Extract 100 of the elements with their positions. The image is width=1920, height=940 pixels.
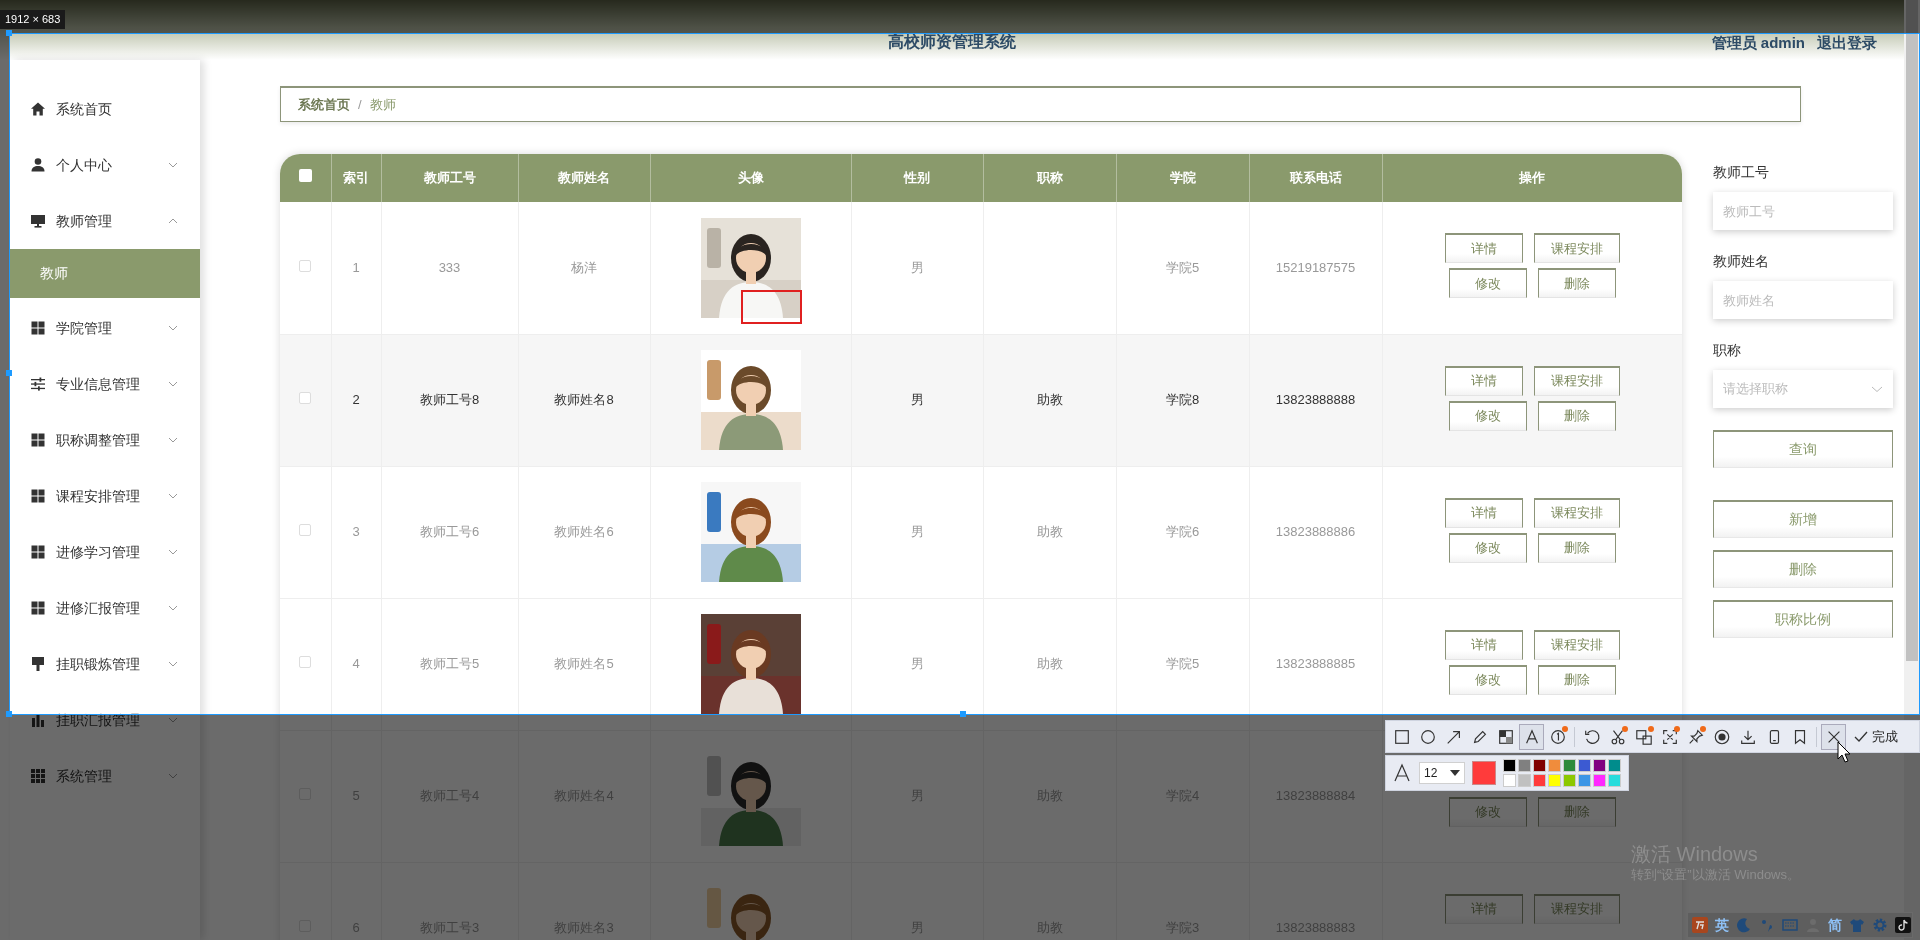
resize-handle[interactable] [960, 711, 966, 717]
add-button[interactable]: 新增 [1713, 500, 1893, 538]
scrollbar-thumb[interactable] [1906, 0, 1918, 661]
delete-button[interactable]: 删除 [1537, 796, 1616, 827]
sidebar-item[interactable]: 职称调整管理 [10, 412, 200, 468]
resize-handle[interactable] [6, 370, 12, 376]
row-checkbox[interactable] [299, 392, 312, 405]
delete-button[interactable]: 删除 [1537, 532, 1616, 563]
color-swatch[interactable] [1578, 774, 1591, 787]
table-cell: 学院5 [1116, 598, 1249, 730]
delete-button[interactable]: 删除 [1537, 268, 1616, 298]
gear-icon[interactable] [1872, 917, 1888, 933]
sidebar-item[interactable]: 专业信息管理 [10, 356, 200, 412]
column-header: 联系电话 [1249, 154, 1382, 202]
font-size-select[interactable]: 12 [1419, 762, 1465, 784]
query-button[interactable]: 查询 [1713, 430, 1893, 468]
resize-handle[interactable] [6, 711, 12, 717]
breadcrumb-separator: / [358, 95, 362, 114]
color-swatch[interactable] [1608, 774, 1621, 787]
color-swatch[interactable] [1533, 759, 1546, 772]
delete-button[interactable]: 删除 [1537, 400, 1616, 431]
column-header: 索引 [331, 154, 381, 202]
color-swatch[interactable] [1578, 759, 1591, 772]
selection-frame[interactable] [9, 33, 1920, 715]
row-checkbox[interactable] [299, 524, 312, 537]
search-field[interactable]: 教师工号 [1713, 192, 1893, 230]
details-button[interactable]: 详情 [1444, 233, 1523, 263]
field-label: 职称 [1713, 341, 1742, 360]
edit-button[interactable]: 修改 [1448, 400, 1527, 431]
column-header: 教师工号 [381, 154, 518, 202]
sidebar-subitem[interactable]: 教师 [10, 249, 200, 298]
table-cell: 助教 [983, 466, 1116, 598]
details-button[interactable]: 详情 [1444, 629, 1523, 660]
row-checkbox[interactable] [299, 656, 312, 669]
done-button[interactable]: 完成 [1851, 726, 1900, 747]
bar-chart-icon [30, 712, 46, 728]
column-header: 学院 [1116, 154, 1249, 202]
color-swatch[interactable] [1533, 774, 1546, 787]
moon-icon[interactable] [1736, 917, 1752, 933]
edit-button[interactable]: 修改 [1448, 796, 1527, 827]
user-label: 管理员 admin [1711, 32, 1805, 53]
row-checkbox[interactable] [299, 260, 312, 272]
script-toggle[interactable]: 简 [1828, 914, 1842, 936]
language-toggle[interactable]: 英 [1715, 914, 1729, 936]
paint-roller-icon [30, 656, 46, 672]
color-swatch[interactable] [1518, 759, 1531, 772]
color-swatch[interactable] [1593, 774, 1606, 787]
color-swatch[interactable] [1503, 774, 1516, 787]
color-swatch[interactable] [1503, 759, 1516, 772]
color-swatch[interactable] [1548, 759, 1561, 772]
color-swatch[interactable] [1518, 774, 1531, 787]
resize-handle[interactable] [6, 30, 12, 36]
sidebar-item[interactable]: 进修学习管理 [10, 524, 200, 580]
sidebar-item[interactable]: 学院管理 [10, 300, 200, 356]
punctuation-icon[interactable] [1759, 917, 1775, 933]
details-button[interactable]: 详情 [1444, 365, 1523, 396]
color-swatch[interactable] [1563, 774, 1576, 787]
sidebar-item[interactable]: 进修汇报管理 [10, 580, 200, 636]
delete-button[interactable]: 删除 [1537, 664, 1616, 695]
caret-icon [1450, 770, 1460, 776]
breadcrumb-current: 教师 [369, 95, 396, 114]
color-swatch[interactable] [1608, 759, 1621, 772]
text-tool-tool[interactable] [1519, 723, 1544, 750]
table-cell: 13823888886 [1249, 466, 1382, 598]
schedule-button[interactable]: 课程安排 [1533, 497, 1620, 528]
logout-link[interactable]: 退出登录 [1817, 31, 1877, 54]
sidebar-item[interactable]: 系统首页 [10, 81, 200, 137]
schedule-button[interactable]: 课程安排 [1533, 365, 1620, 396]
details-button[interactable]: 详情 [1444, 497, 1523, 528]
table-cell: 13823888885 [1249, 598, 1382, 730]
sidebar-item[interactable]: 课程安排管理 [10, 468, 200, 524]
delete-button[interactable]: 删除 [1713, 550, 1893, 588]
sidebar-item[interactable]: 挂职锻炼管理 [10, 636, 200, 692]
details-button[interactable]: 详情 [1444, 893, 1523, 924]
search-field[interactable]: 教师姓名 [1713, 281, 1893, 319]
schedule-button[interactable]: 课程安排 [1533, 233, 1620, 263]
edit-button[interactable]: 修改 [1448, 532, 1527, 563]
current-color-swatch[interactable] [1472, 761, 1496, 785]
music-note-icon[interactable] [1895, 917, 1911, 933]
shirt-icon[interactable] [1849, 917, 1865, 933]
column-header: 教师姓名 [518, 154, 650, 202]
chart-button[interactable]: 职称比例 [1713, 600, 1893, 638]
sidebar-item[interactable]: 个人中心 [10, 137, 200, 193]
schedule-button[interactable]: 课程安排 [1533, 893, 1620, 924]
select-all-checkbox[interactable] [298, 169, 312, 183]
grid-icon [30, 488, 46, 504]
color-swatch[interactable] [1593, 759, 1606, 772]
app-logo-icon[interactable] [1692, 917, 1708, 933]
sidebar-item[interactable]: 系统管理 [10, 748, 200, 804]
color-swatch[interactable] [1563, 759, 1576, 772]
scrollbar[interactable] [1904, 0, 1920, 940]
column-header: 头像 [650, 154, 851, 202]
column-header: 操作 [1382, 154, 1682, 202]
edit-button[interactable]: 修改 [1448, 664, 1527, 695]
table-cell: 2 [331, 334, 381, 466]
schedule-button[interactable]: 课程安排 [1533, 629, 1620, 660]
edit-button[interactable]: 修改 [1448, 268, 1527, 298]
sidebar-item[interactable]: 教师管理 [10, 193, 200, 249]
breadcrumb-link[interactable]: 系统首页 [298, 94, 350, 115]
color-swatch[interactable] [1548, 774, 1561, 787]
